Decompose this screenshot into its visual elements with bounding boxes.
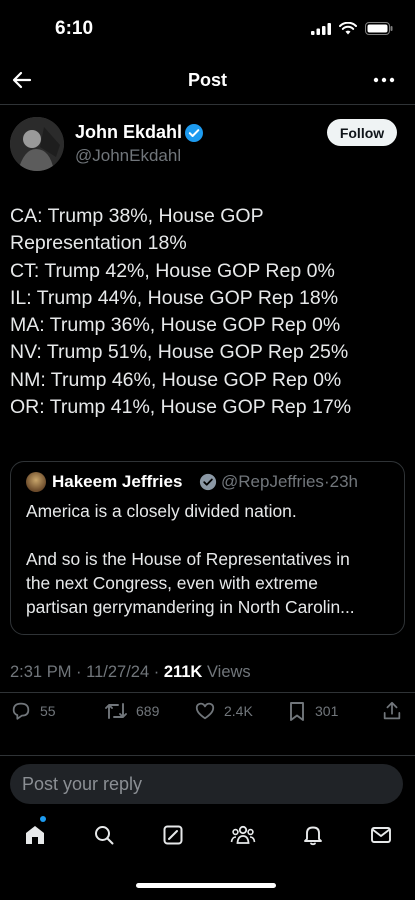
post-line: OR: Trump 41%, House GOP Rep 17% — [10, 396, 352, 419]
repost-count: 689 — [136, 703, 160, 719]
communities-icon — [230, 825, 256, 844]
bookmark-icon — [290, 702, 304, 721]
views-count: 211K — [163, 663, 203, 681]
quote-time: 23h — [329, 472, 358, 491]
meta-divider — [0, 692, 415, 693]
grok-icon — [163, 825, 183, 845]
post-line: CA: Trump 38%, House GOP — [10, 205, 264, 227]
post-text: CA: Trump 38%, House GOP Representation … — [10, 203, 405, 421]
cellular-signal-icon — [311, 22, 331, 35]
action-bar: 55 689 2.4K 301 — [0, 700, 415, 726]
page-title: Post — [187, 70, 227, 90]
follow-button[interactable]: Follow — [327, 119, 397, 146]
like-count: 2.4K — [224, 703, 253, 719]
bookmark-button[interactable]: 301 — [287, 700, 338, 722]
post-line: Representation 18% — [10, 232, 187, 255]
quote-author-handle: @RepJeffries — [221, 472, 324, 491]
repost-button[interactable]: 689 — [104, 700, 159, 722]
verified-badge-icon — [199, 473, 217, 496]
post-date: 11/27/24 — [86, 663, 150, 681]
share-button[interactable] — [381, 700, 403, 722]
post-line: MA: Trump 36%, House GOP Rep 0% — [10, 314, 341, 337]
post-time: 2:31 PM — [10, 663, 72, 681]
repost-icon — [105, 703, 127, 719]
more-options-icon[interactable] — [373, 68, 395, 97]
post-line: CT: Trump 42%, House GOP Rep 0% — [10, 259, 335, 282]
tab-communities[interactable] — [228, 820, 258, 850]
quote-text: America is a closely divided nation. And… — [26, 499, 396, 619]
notification-dot — [40, 816, 46, 822]
quote-author-name: Hakeem Jeffries — [52, 472, 183, 491]
quote-line: partisan gerrymandering in North Carolin… — [26, 597, 355, 617]
quote-line: the next Congress, even with extreme — [26, 573, 318, 593]
verified-badge-icon — [184, 123, 204, 148]
reply-icon — [12, 702, 30, 720]
battery-icon — [365, 22, 393, 35]
author-avatar[interactable] — [10, 117, 64, 171]
post-line: NV: Trump 51%, House GOP Rep 25% — [10, 341, 349, 364]
wifi-icon — [339, 22, 357, 35]
tab-notifications[interactable] — [298, 820, 328, 850]
share-icon — [383, 701, 401, 720]
views-label: Views — [206, 663, 251, 681]
author-handle[interactable]: @JohnEkdahl — [75, 146, 181, 166]
tab-search[interactable] — [89, 820, 119, 850]
quote-author-meta: @RepJeffries·23h — [221, 472, 358, 491]
reply-input[interactable] — [22, 764, 382, 804]
quote-line: America is a closely divided nation. — [26, 501, 297, 521]
status-time: 6:10 — [55, 18, 94, 39]
author-name[interactable]: John Ekdahl — [75, 122, 182, 143]
bookmark-count: 301 — [315, 703, 339, 719]
status-icons — [311, 22, 393, 35]
quote-author-avatar — [26, 472, 46, 492]
tab-home[interactable] — [20, 816, 50, 850]
home-indicator — [136, 883, 276, 888]
bottom-tab-bar — [0, 816, 415, 860]
heart-icon — [195, 702, 215, 720]
header-divider — [0, 104, 415, 105]
post-meta: 2:31 PM · 11/27/24 · 211K Views — [10, 663, 251, 681]
reply-button[interactable]: 55 — [10, 700, 56, 722]
home-icon — [26, 826, 44, 844]
tab-messages[interactable] — [366, 820, 396, 850]
reply-count: 55 — [40, 703, 56, 719]
like-button[interactable]: 2.4K — [194, 700, 253, 722]
reply-divider — [0, 755, 415, 756]
tab-grok[interactable] — [158, 820, 188, 850]
quote-line: And so is the House of Representatives i… — [26, 549, 350, 569]
post-line: IL: Trump 44%, House GOP Rep 18% — [10, 286, 339, 309]
search-icon — [95, 826, 114, 845]
post-line: NM: Trump 46%, House GOP Rep 0% — [10, 368, 342, 391]
envelope-icon — [371, 827, 391, 843]
bell-icon — [304, 826, 322, 846]
quote-line — [26, 523, 396, 547]
